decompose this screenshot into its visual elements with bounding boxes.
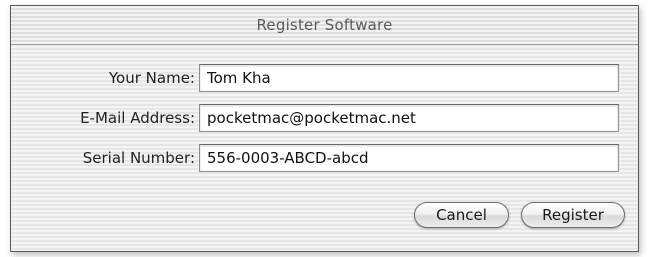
window-title: Register Software [256,16,393,34]
email-label: E-Mail Address: [80,109,195,127]
name-row: Your Name: Tom Kha [11,64,640,92]
serial-field[interactable]: 556-0003-ABCD-abcd [199,144,619,172]
cancel-button[interactable]: Cancel [414,202,509,228]
register-software-dialog: Register Software Your Name: Tom Kha E-M… [10,5,639,252]
email-field[interactable]: pocketmac@pocketmac.net [199,104,619,132]
register-button[interactable]: Register [521,202,625,228]
title-bar[interactable]: Register Software [11,6,638,45]
email-row: E-Mail Address: pocketmac@pocketmac.net [11,104,640,132]
serial-row: Serial Number: 556-0003-ABCD-abcd [11,144,640,172]
name-label: Your Name: [108,69,195,87]
serial-label: Serial Number: [82,149,195,167]
name-field[interactable]: Tom Kha [199,64,619,92]
